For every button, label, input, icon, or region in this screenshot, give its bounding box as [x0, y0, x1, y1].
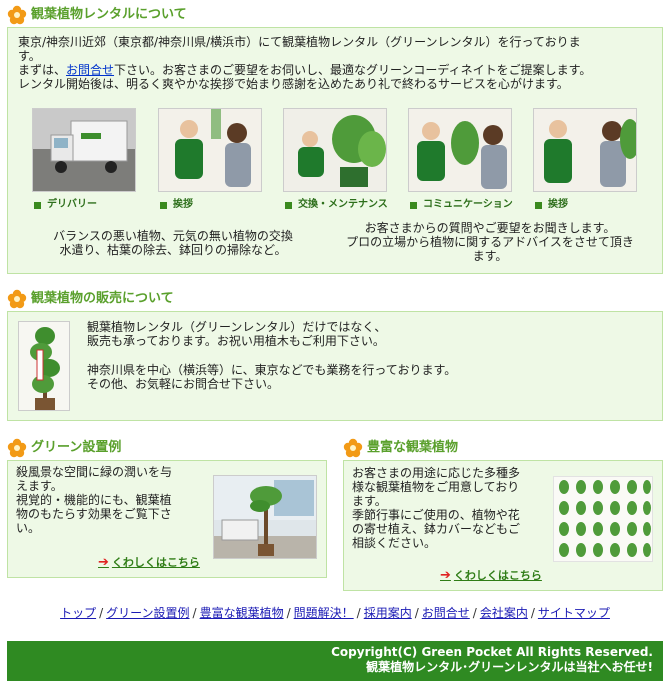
caption-communication: コミュニケーション — [410, 198, 513, 212]
delivery-truck-photo — [32, 108, 136, 192]
greeting-photo-1 — [158, 108, 262, 192]
maintenance-photo — [283, 108, 387, 192]
office-plant-photo — [213, 475, 317, 559]
plants-line3: ます。 — [352, 494, 387, 508]
plants-line4: 季節行事にご使用の、植物や花 — [352, 508, 520, 522]
nav-separator: / — [356, 606, 361, 620]
green-line2: えます。 — [16, 479, 63, 493]
bullet-square-icon — [285, 201, 292, 209]
green-line3: 視覚的・機能的にも、観葉植 — [16, 493, 172, 507]
rental-para-line3: まずは、お問合せ下さい。お客さまのご要望をお伺いし、最適なグリーンコーディネイト… — [18, 63, 591, 77]
green-example-more-link[interactable]: ➔ くわしくはこちら — [98, 556, 200, 570]
green-line5: い。 — [16, 521, 41, 535]
footer-link-recruit[interactable]: 採用案内 — [364, 606, 412, 620]
plants-heading-text: 豊富な観葉植物 — [367, 440, 459, 455]
green-line4: 物のもたらす効果をご覧下さ — [16, 507, 172, 521]
caption-greeting-2: 挨拶 — [535, 198, 568, 212]
plants-line6: 相談ください。 — [352, 536, 437, 550]
footer-link-company[interactable]: 会社案内 — [480, 606, 528, 620]
green-example-heading-text: グリーン設置例 — [31, 440, 122, 455]
caption-text: 挨拶 — [173, 199, 193, 210]
caption-text: デリバリー — [47, 199, 97, 210]
nav-separator: / — [99, 606, 104, 620]
caption-delivery: デリバリー — [34, 198, 97, 212]
footer-link-sitemap[interactable]: サイトマップ — [538, 606, 610, 620]
maintenance-note-line2: 水遣り、枯葉の除去、鉢回りの掃除など。 — [59, 243, 287, 257]
sales-line2: 販売も承っております。お祝い用植木もご利用下さい。 — [87, 334, 385, 348]
caption-text: 挨拶 — [548, 199, 568, 210]
footer-link-top[interactable]: トップ — [60, 606, 96, 620]
caption-text: 交換・メンテナンス — [298, 199, 388, 210]
rental-heading-text: 観葉植物レンタルについて — [31, 7, 187, 22]
plants-line5: の寄せ植え、鉢カバーなどもご — [352, 522, 521, 536]
caption-text: コミュニケーション — [423, 199, 513, 210]
bullet-square-icon — [160, 201, 167, 209]
footer-nav: トップ / グリーン設置例 / 豊富な観葉植物 / 問題解決！ / 採用案内 / お問合せ / 会社案内… — [0, 606, 670, 620]
nav-separator: / — [414, 606, 419, 620]
rental-para-line4: レンタル開始後は、明るく爽やかな挨拶で始まり感謝を込めたあり礼で終わるサービスを… — [18, 77, 569, 91]
more-link-text: くわしくはこちら — [111, 556, 200, 569]
rental-heading: 観葉植物レンタルについて — [7, 5, 187, 25]
communication-note-line3: ます。 — [472, 249, 508, 263]
plant-catalog-image — [553, 476, 653, 562]
sales-heading-text: 観葉植物の販売について — [31, 291, 174, 306]
footer-link-solutions[interactable]: 問題解決！ — [294, 606, 354, 620]
footer-tagline: 観葉植物レンタル･グリーンレンタルは当社へお任せ! — [366, 660, 653, 674]
red-arrow-icon: ➔ — [440, 568, 451, 583]
nav-separator: / — [286, 606, 291, 620]
greeting-photo-2 — [533, 108, 637, 192]
bullet-square-icon — [535, 201, 542, 209]
flower-icon — [343, 438, 363, 458]
copyright-text: Copyright(C) Green Pocket All Rights Res… — [331, 645, 653, 659]
communication-photo — [408, 108, 512, 192]
bullet-square-icon — [410, 201, 417, 209]
green-line1: 殺風景な空間に緑の潤いを与 — [16, 465, 173, 479]
sales-heading: 観葉植物の販売について — [7, 289, 174, 309]
plants-more-link[interactable]: ➔ くわしくはこちら — [440, 569, 542, 583]
flower-icon — [7, 5, 27, 25]
caption-greeting-1: 挨拶 — [160, 198, 193, 212]
more-link-text: くわしくはこちら — [453, 569, 542, 582]
sales-line3: 神奈川県を中心（横浜等）に、東京などでも業務を行っております。 — [87, 363, 457, 377]
plants-heading: 豊富な観葉植物 — [343, 438, 458, 458]
tall-plant-photo — [18, 321, 70, 411]
footer-link-green-example[interactable]: グリーン設置例 — [106, 606, 189, 620]
plants-line2: 様な観葉植物をご用意しており — [352, 480, 520, 494]
para-text: まずは、 — [18, 63, 67, 77]
nav-separator: / — [472, 606, 477, 620]
sales-line4: その他、お気軽にお問合せ下さい。 — [87, 377, 280, 391]
nav-separator: / — [192, 606, 197, 620]
red-arrow-icon: ➔ — [98, 555, 109, 570]
sales-line1: 観葉植物レンタル（グリーンレンタル）だけではなく、 — [87, 320, 387, 334]
footer-bar: Copyright(C) Green Pocket All Rights Res… — [7, 641, 663, 681]
communication-note-line2: プロの立場から植物に関するアドバイスをさせて頂き — [346, 235, 634, 249]
green-example-heading: グリーン設置例 — [7, 438, 121, 458]
footer-link-contact[interactable]: お問合せ — [422, 606, 470, 620]
nav-separator: / — [530, 606, 535, 620]
flower-icon — [7, 289, 27, 309]
para-text: 下さい。お客さまのご要望をお伺いし、最適なグリーンコーディネイトをご提案します。 — [114, 63, 592, 77]
rental-para-line1: 東京/神奈川近郊（東京都/神奈川県/横浜市）にて観葉植物レンタル（グリーンレンタ… — [18, 35, 581, 49]
communication-note-line1: お客さまからの質問やご要望をお聞きします。 — [364, 221, 616, 235]
flower-icon — [7, 438, 27, 458]
footer-link-plants[interactable]: 豊富な観葉植物 — [200, 606, 284, 620]
plants-line1: お客さまの用途に応じた多種多 — [352, 466, 521, 480]
maintenance-note-line1: バランスの悪い植物、元気の無い植物の交換 — [53, 229, 293, 243]
bullet-square-icon — [34, 201, 41, 209]
contact-link[interactable]: お問合せ — [66, 63, 114, 77]
caption-maintenance: 交換・メンテナンス — [285, 198, 388, 212]
rental-para-line2: す。 — [18, 49, 41, 63]
